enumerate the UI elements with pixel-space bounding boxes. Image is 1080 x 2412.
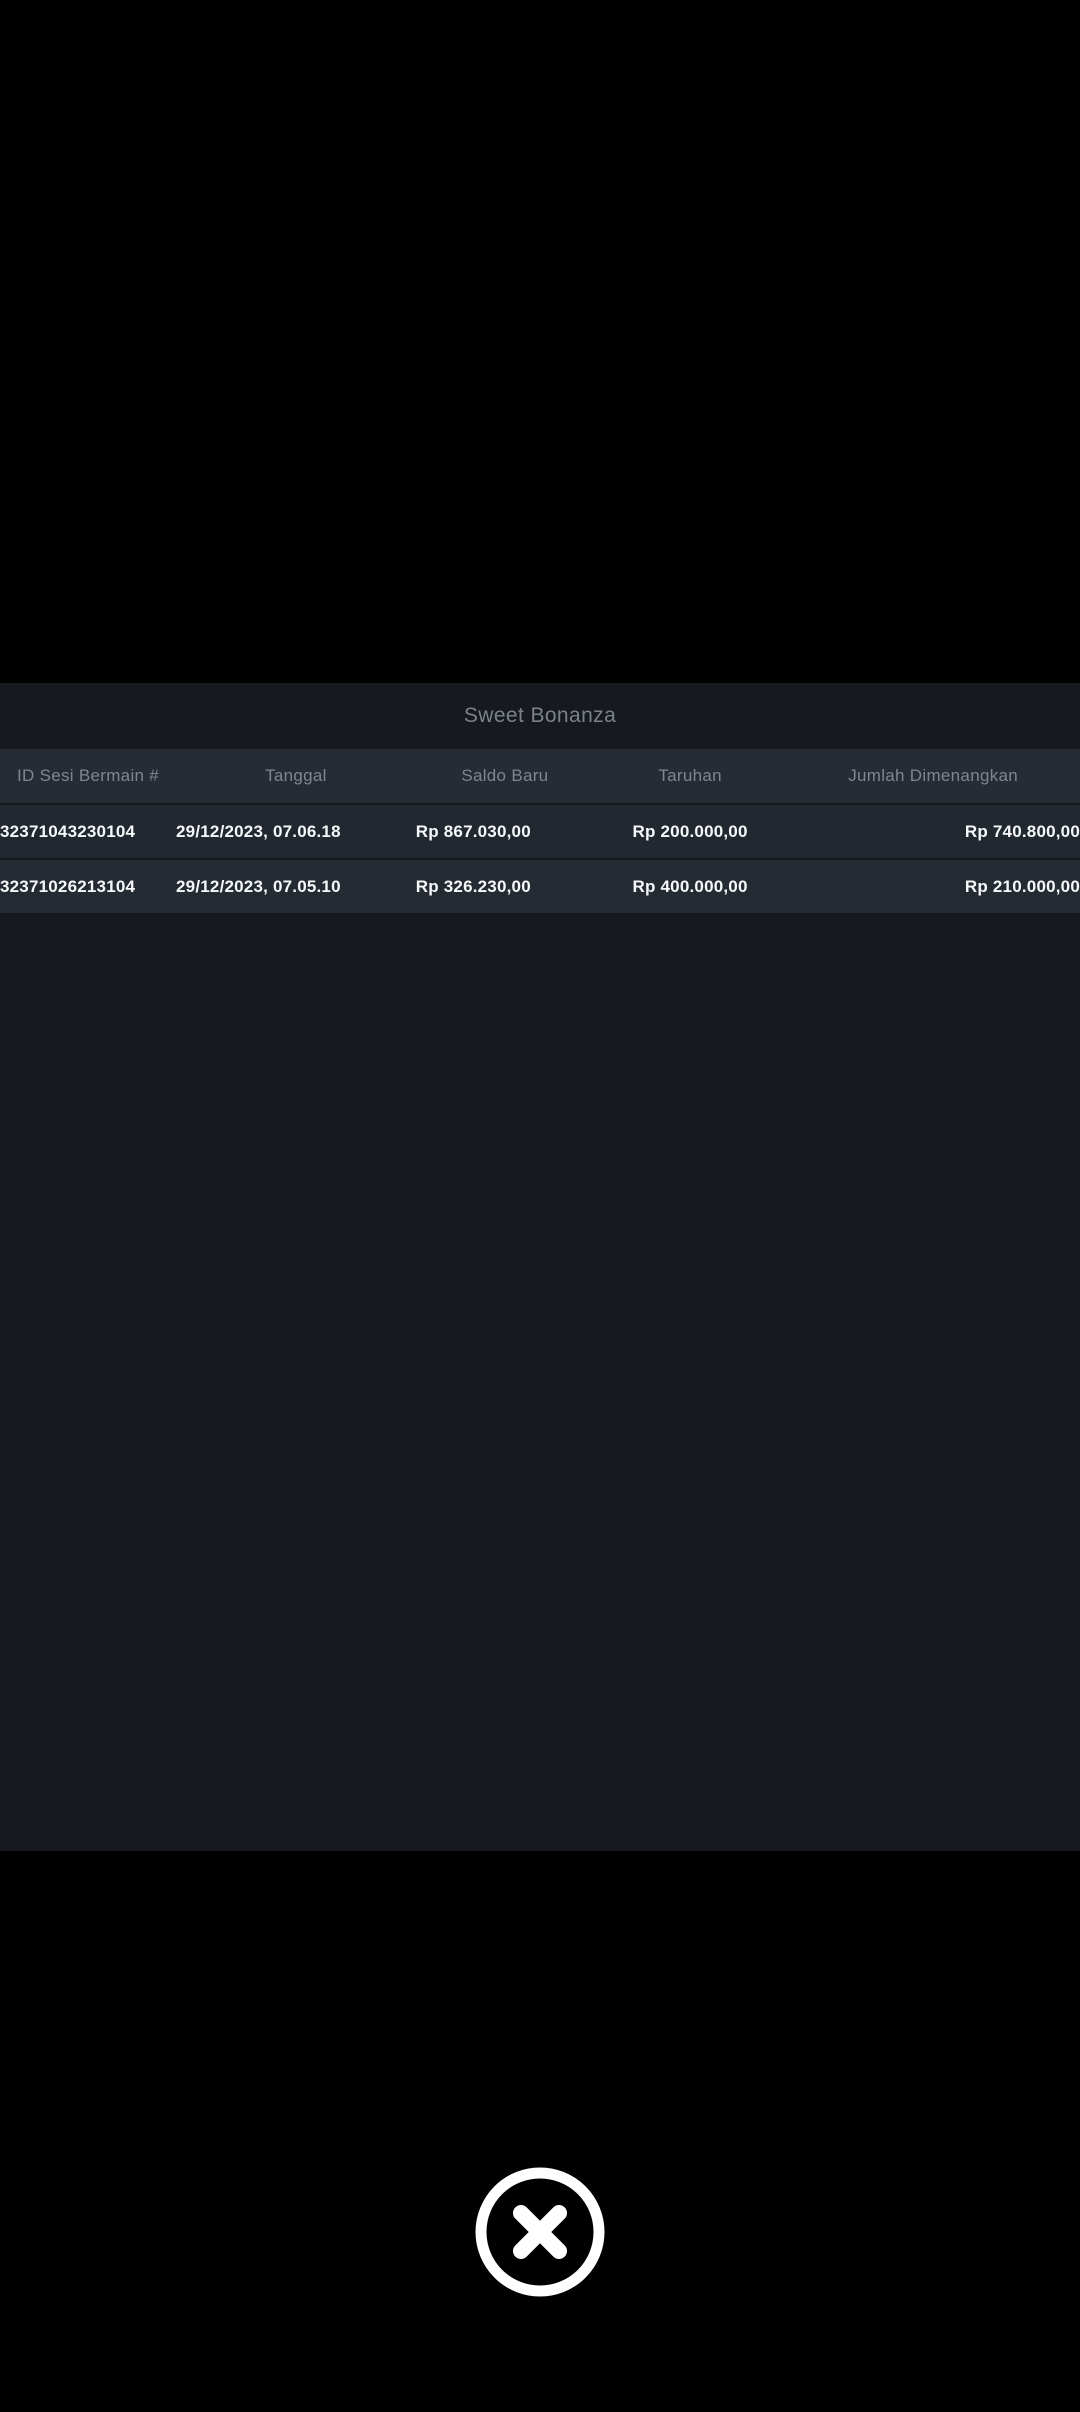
table-row: 32371026213104 29/12/2023, 07.05.10 Rp 3… <box>0 858 1080 914</box>
column-header-new-balance: Saldo Baru <box>415 749 594 804</box>
table-row: 32371043230104 29/12/2023, 07.06.18 Rp 8… <box>0 803 1080 859</box>
close-button[interactable] <box>475 2167 605 2297</box>
session-id-cell: 32371043230104 <box>0 803 177 859</box>
play-history-table: ID Sesi Bermain # Tanggal Saldo Baru Tar… <box>0 749 1080 915</box>
column-header-bet: Taruhan <box>593 749 787 804</box>
amount-won-cell: Rp 740.800,00 <box>786 803 1080 859</box>
session-id-cell: 32371026213104 <box>0 858 177 914</box>
date-cell: 29/12/2023, 07.05.10 <box>176 858 416 914</box>
column-header-amount-won: Jumlah Dimenangkan <box>786 749 1080 804</box>
column-header-date: Tanggal <box>176 749 416 804</box>
new-balance-cell: Rp 326.230,00 <box>415 858 594 914</box>
game-title: Sweet Bonanza <box>463 704 617 727</box>
date-cell: 29/12/2023, 07.06.18 <box>176 803 416 859</box>
bet-cell: Rp 400.000,00 <box>593 858 787 914</box>
amount-won-cell: Rp 210.000,00 <box>786 858 1080 914</box>
bet-cell: Rp 200.000,00 <box>593 803 787 859</box>
new-balance-cell: Rp 867.030,00 <box>415 803 594 859</box>
column-header-session-id: ID Sesi Bermain # <box>0 749 177 804</box>
x-circle-icon <box>475 2167 605 2297</box>
game-history-screen: Sweet Bonanza ID Sesi Bermain # Tanggal … <box>0 0 1080 2412</box>
table-header-row: ID Sesi Bermain # Tanggal Saldo Baru Tar… <box>0 749 1080 804</box>
game-history-modal: Sweet Bonanza ID Sesi Bermain # Tanggal … <box>0 683 1080 1851</box>
